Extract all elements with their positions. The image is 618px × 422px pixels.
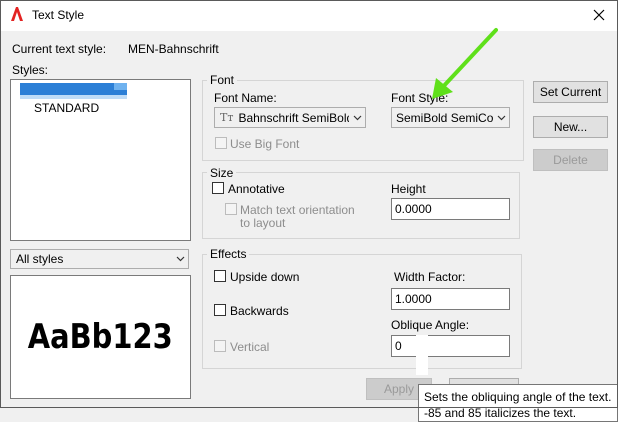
annotation-arrow-icon (432, 28, 498, 99)
